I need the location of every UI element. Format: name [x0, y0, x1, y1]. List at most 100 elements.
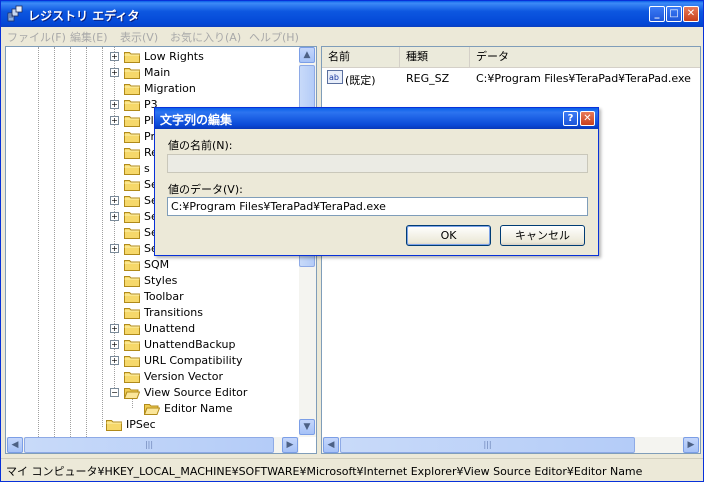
scroll-left-button[interactable]: ◀: [7, 437, 23, 453]
dialog-close-button[interactable]: ✕: [580, 111, 595, 126]
title-bar[interactable]: レジストリ エディタ _ □ ✕: [1, 1, 703, 27]
maximize-button[interactable]: □: [666, 6, 682, 22]
menu-file[interactable]: ファイル(F): [7, 29, 66, 45]
expand-icon[interactable]: +: [110, 212, 119, 221]
status-path: マイ コンピュータ¥HKEY_LOCAL_MACHINE¥SOFTWARE¥Mi…: [6, 465, 643, 478]
ok-button[interactable]: OK: [406, 225, 491, 246]
folder-icon: [124, 146, 140, 159]
tree-item-selected[interactable]: Editor Name: [6, 401, 298, 417]
menu-view[interactable]: 表示(V): [120, 29, 158, 45]
dialog-title-bar[interactable]: 文字列の編集 ? ✕: [155, 108, 598, 129]
folder-icon: [124, 306, 140, 319]
tree-item-label: Unattend: [144, 322, 196, 335]
list-header: 名前 種類 データ: [322, 47, 700, 68]
tree-item[interactable]: + URL Compatibility: [6, 353, 298, 369]
menu-edit[interactable]: 編集(E): [70, 29, 108, 45]
help-button[interactable]: ?: [563, 111, 578, 126]
value-name-label: 値の名前(N):: [168, 139, 233, 152]
folder-icon: [124, 82, 140, 95]
folder-icon: [124, 194, 140, 207]
expand-icon[interactable]: +: [110, 100, 119, 109]
tree-item-label: UnattendBackup: [144, 338, 236, 351]
expand-icon[interactable]: +: [110, 52, 119, 61]
tree-item[interactable]: − View Source Editor: [6, 385, 298, 401]
open-folder-icon: [123, 386, 141, 399]
tree-item[interactable]: Version Vector: [6, 369, 298, 385]
svg-text:ab: ab: [329, 73, 339, 82]
folder-icon: [124, 290, 140, 303]
tree-item[interactable]: IPSec: [6, 417, 298, 433]
folder-icon: [124, 114, 140, 127]
folder-icon: [124, 162, 140, 175]
folder-icon: [124, 322, 140, 335]
tree-item[interactable]: Toolbar: [6, 289, 298, 305]
close-button[interactable]: ✕: [683, 6, 699, 22]
list-horizontal-scrollbar[interactable]: ◀ ||| ▶: [322, 437, 700, 453]
folder-icon: [124, 370, 140, 383]
tree-item-label: URL Compatibility: [144, 354, 243, 367]
regedit-app-icon: [7, 5, 23, 22]
menu-help[interactable]: ヘルプ(H): [249, 29, 299, 45]
cancel-button[interactable]: キャンセル: [500, 225, 585, 246]
tree-item[interactable]: + Main: [6, 65, 298, 81]
window-title: レジストリ エディタ: [28, 9, 140, 23]
scroll-down-button[interactable]: ▼: [299, 419, 315, 435]
scroll-left-button[interactable]: ◀: [323, 437, 339, 453]
scroll-thumb[interactable]: |||: [24, 437, 274, 453]
tree-item[interactable]: + Low Rights: [6, 49, 298, 65]
tree-item[interactable]: Transitions: [6, 305, 298, 321]
table-row[interactable]: ab (既定) REG_SZ C:¥Program Files¥TeraPad¥…: [322, 69, 700, 87]
open-folder-icon: [143, 402, 161, 415]
tree-item-label: Toolbar: [144, 290, 184, 303]
value-data: C:¥Program Files¥TeraPad¥TeraPad.exe: [476, 72, 691, 85]
value-data-label: 値のデータ(V):: [168, 183, 243, 196]
tree-item-label: Styles: [144, 274, 178, 287]
scroll-right-button[interactable]: ▶: [683, 437, 699, 453]
expand-icon[interactable]: +: [110, 244, 119, 253]
tree-horizontal-scrollbar[interactable]: ◀ ||| ▶: [6, 437, 299, 453]
tree-item[interactable]: Migration: [6, 81, 298, 97]
tree-item-label: SQM: [144, 258, 170, 271]
tree-item-label: Main: [144, 66, 171, 79]
value-data-field[interactable]: C:¥Program Files¥TeraPad¥TeraPad.exe: [167, 197, 588, 216]
tree-item-label: View Source Editor: [144, 386, 248, 399]
value-name: (既定): [345, 74, 376, 87]
scroll-right-button[interactable]: ▶: [282, 437, 298, 453]
folder-icon: [124, 50, 140, 63]
folder-icon: [124, 274, 140, 287]
expand-icon[interactable]: +: [110, 196, 119, 205]
menu-favorites[interactable]: お気に入り(A): [170, 29, 241, 45]
tree-item[interactable]: SQM: [6, 257, 298, 273]
folder-icon: [124, 226, 140, 239]
folder-icon: [124, 178, 140, 191]
registry-editor-window: レジストリ エディタ _ □ ✕ ファイル(F) 編集(E) 表示(V) お気に…: [0, 0, 704, 482]
string-value-icon: ab: [327, 70, 343, 84]
minimize-button[interactable]: _: [649, 6, 665, 22]
expand-icon[interactable]: +: [110, 68, 119, 77]
expand-icon[interactable]: +: [110, 116, 119, 125]
expand-icon[interactable]: +: [110, 340, 119, 349]
tree-item[interactable]: + Unattend: [6, 321, 298, 337]
column-type[interactable]: 種類: [400, 47, 470, 67]
column-name[interactable]: 名前: [322, 47, 400, 67]
folder-icon: [106, 418, 122, 431]
tree-item-label: Pl: [144, 114, 154, 127]
expand-icon[interactable]: +: [110, 356, 119, 365]
edit-string-dialog: 文字列の編集 ? ✕ 値の名前(N): 値のデータ(V): C:¥Program…: [154, 107, 599, 256]
tree-item-label: IPSec: [126, 418, 156, 431]
tree-item-label: Migration: [144, 82, 196, 95]
value-name-field[interactable]: [167, 154, 588, 173]
folder-icon: [124, 242, 140, 255]
dialog-title: 文字列の編集: [160, 113, 233, 127]
folder-icon: [124, 66, 140, 79]
column-data[interactable]: データ: [470, 47, 700, 67]
folder-icon: [124, 130, 140, 143]
scroll-up-button[interactable]: ▲: [299, 47, 315, 63]
expand-icon[interactable]: +: [110, 324, 119, 333]
folder-icon: [124, 210, 140, 223]
collapse-icon[interactable]: −: [110, 388, 119, 397]
tree-item[interactable]: + UnattendBackup: [6, 337, 298, 353]
tree-item[interactable]: Styles: [6, 273, 298, 289]
tree-item-label: Transitions: [144, 306, 203, 319]
scroll-thumb[interactable]: |||: [340, 437, 635, 453]
